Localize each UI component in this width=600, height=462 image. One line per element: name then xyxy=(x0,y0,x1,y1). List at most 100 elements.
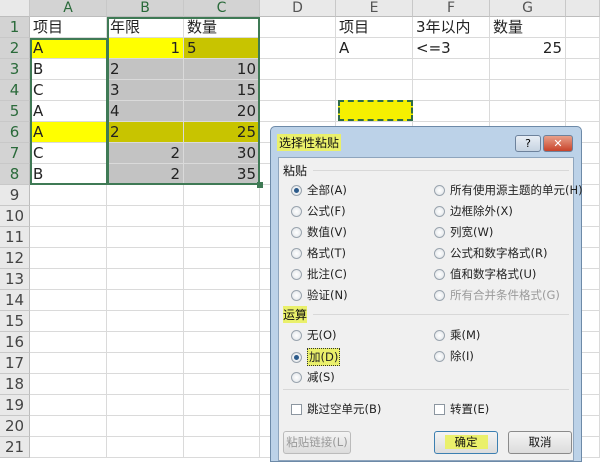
cancel-button[interactable]: 取消 xyxy=(508,431,572,454)
cell-B5[interactable]: 4 xyxy=(107,101,184,122)
cell-H5[interactable] xyxy=(566,101,600,122)
cell-B12[interactable] xyxy=(107,248,184,269)
cell-C20[interactable] xyxy=(184,416,260,437)
row-header-7[interactable]: 7 xyxy=(0,143,30,164)
column-header-A[interactable]: A xyxy=(30,0,107,17)
cell-C8[interactable]: 35 xyxy=(184,164,260,185)
radio-paste_options_right-4[interactable]: 值和数字格式(U) xyxy=(434,266,536,282)
radio-paste_options_left-1[interactable]: 公式(F) xyxy=(291,203,346,219)
cell-B2[interactable]: 1 xyxy=(107,38,184,59)
cell-A12[interactable] xyxy=(30,248,107,269)
row-header-15[interactable]: 15 xyxy=(0,311,30,332)
fill-handle[interactable] xyxy=(257,182,263,188)
row-header-1[interactable]: 1 xyxy=(0,17,30,38)
cell-B9[interactable] xyxy=(107,185,184,206)
cell-G2[interactable]: 25 xyxy=(490,38,566,59)
row-header-9[interactable]: 9 xyxy=(0,185,30,206)
row-header-20[interactable]: 20 xyxy=(0,416,30,437)
cell-E1[interactable]: 项目 xyxy=(336,17,413,38)
row-header-17[interactable]: 17 xyxy=(0,353,30,374)
cell-A8[interactable]: B xyxy=(30,164,107,185)
cell-B13[interactable] xyxy=(107,269,184,290)
cell-A6[interactable]: A xyxy=(30,122,107,143)
transpose-checkbox[interactable]: 转置(E) xyxy=(434,401,489,417)
cell-B7[interactable]: 2 xyxy=(107,143,184,164)
cell-C12[interactable] xyxy=(184,248,260,269)
cell-B11[interactable] xyxy=(107,227,184,248)
cell-C11[interactable] xyxy=(184,227,260,248)
cell-B19[interactable] xyxy=(107,395,184,416)
radio-paste_options_left-4[interactable]: 批注(C) xyxy=(291,266,347,282)
cell-G3[interactable] xyxy=(490,59,566,80)
cell-B16[interactable] xyxy=(107,332,184,353)
cell-H2[interactable] xyxy=(566,38,600,59)
cell-H1[interactable] xyxy=(566,17,600,38)
radio-paste_options_left-2[interactable]: 数值(V) xyxy=(291,224,347,240)
cell-D1[interactable] xyxy=(260,17,336,38)
radio-paste_options_right-3[interactable]: 公式和数字格式(R) xyxy=(434,245,547,261)
select-all-corner[interactable] xyxy=(0,0,30,17)
column-header-G[interactable]: G xyxy=(490,0,566,17)
cell-B17[interactable] xyxy=(107,353,184,374)
cell-C9[interactable] xyxy=(184,185,260,206)
skip-blanks-checkbox[interactable]: 跳过空单元(B) xyxy=(291,401,381,417)
cell-F1[interactable]: 3年以内 xyxy=(413,17,490,38)
row-header-21[interactable]: 21 xyxy=(0,437,30,458)
cell-G4[interactable] xyxy=(490,80,566,101)
row-header-8[interactable]: 8 xyxy=(0,164,30,185)
cell-G1[interactable]: 数量 xyxy=(490,17,566,38)
column-header-B[interactable]: B xyxy=(107,0,184,17)
paste-link-button[interactable]: 粘贴链接(L) xyxy=(283,431,351,454)
cell-C13[interactable] xyxy=(184,269,260,290)
row-header-11[interactable]: 11 xyxy=(0,227,30,248)
row-header-3[interactable]: 3 xyxy=(0,59,30,80)
close-button[interactable]: ✕ xyxy=(543,135,573,152)
copied-cell-e5[interactable] xyxy=(338,100,413,121)
cell-H4[interactable] xyxy=(566,80,600,101)
radio-paste_options_left-5[interactable]: 验证(N) xyxy=(291,287,348,303)
row-header-19[interactable]: 19 xyxy=(0,395,30,416)
cell-B4[interactable]: 3 xyxy=(107,80,184,101)
cell-C4[interactable]: 15 xyxy=(184,80,260,101)
cell-E2[interactable]: A xyxy=(336,38,413,59)
row-header-2[interactable]: 2 xyxy=(0,38,30,59)
help-button[interactable]: ? xyxy=(515,135,541,152)
cell-A16[interactable] xyxy=(30,332,107,353)
cell-A17[interactable] xyxy=(30,353,107,374)
radio-operation_right-0[interactable]: 乘(M) xyxy=(434,327,480,343)
cell-A5[interactable]: A xyxy=(30,101,107,122)
cell-B6[interactable]: 2 xyxy=(107,122,184,143)
cell-E4[interactable] xyxy=(336,80,413,101)
row-header-12[interactable]: 12 xyxy=(0,248,30,269)
cell-B20[interactable] xyxy=(107,416,184,437)
cell-E3[interactable] xyxy=(336,59,413,80)
cell-B3[interactable]: 2 xyxy=(107,59,184,80)
radio-paste_options_right-1[interactable]: 边框除外(X) xyxy=(434,203,513,219)
row-header-13[interactable]: 13 xyxy=(0,269,30,290)
cell-A21[interactable] xyxy=(30,437,107,458)
cell-B15[interactable] xyxy=(107,311,184,332)
cell-A3[interactable]: B xyxy=(30,59,107,80)
cell-H3[interactable] xyxy=(566,59,600,80)
column-header-C[interactable]: C xyxy=(184,0,260,17)
cell-A18[interactable] xyxy=(30,374,107,395)
radio-operation_left-1[interactable]: 加(D) xyxy=(291,348,341,366)
cell-C15[interactable] xyxy=(184,311,260,332)
cell-A10[interactable] xyxy=(30,206,107,227)
cell-F4[interactable] xyxy=(413,80,490,101)
radio-operation_left-0[interactable]: 无(O) xyxy=(291,327,337,343)
column-header-D[interactable]: D xyxy=(260,0,336,17)
cell-D5[interactable] xyxy=(260,101,336,122)
cell-F5[interactable] xyxy=(413,101,490,122)
radio-paste_options_right-2[interactable]: 列宽(W) xyxy=(434,224,493,240)
radio-operation_right-1[interactable]: 除(I) xyxy=(434,348,474,364)
cell-C5[interactable]: 20 xyxy=(184,101,260,122)
column-header-F[interactable]: F xyxy=(413,0,490,17)
column-header-E[interactable]: E xyxy=(336,0,413,17)
cell-C3[interactable]: 10 xyxy=(184,59,260,80)
cell-C1[interactable]: 数量 xyxy=(184,17,260,38)
row-header-6[interactable]: 6 xyxy=(0,122,30,143)
cell-B18[interactable] xyxy=(107,374,184,395)
cell-B10[interactable] xyxy=(107,206,184,227)
cell-B14[interactable] xyxy=(107,290,184,311)
